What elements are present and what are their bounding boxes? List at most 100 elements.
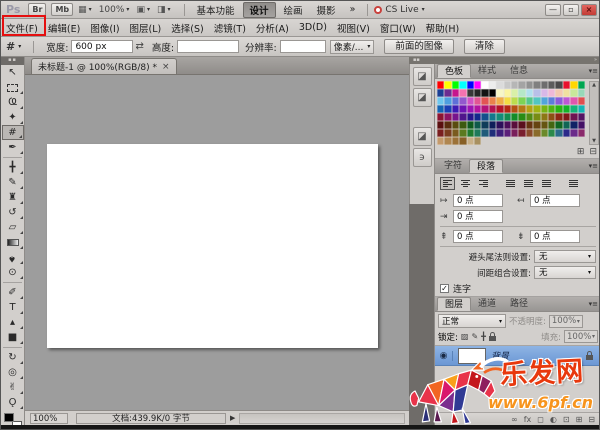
dodge-tool[interactable]: ⊙	[2, 265, 24, 280]
align-right-button[interactable]	[476, 177, 491, 190]
color-swatch[interactable]	[437, 105, 444, 113]
color-swatch[interactable]	[504, 129, 511, 137]
delete-layer-icon[interactable]: ⊟	[588, 415, 595, 424]
color-swatch[interactable]	[481, 105, 488, 113]
color-swatch[interactable]	[541, 89, 548, 97]
color-swatch[interactable]	[452, 105, 459, 113]
color-swatch[interactable]	[578, 81, 585, 89]
layers-panel-menu-icon[interactable]: ▾≡	[589, 300, 598, 308]
color-swatch[interactable]	[533, 129, 540, 137]
color-swatch[interactable]	[489, 121, 496, 129]
color-swatch[interactable]	[489, 113, 496, 121]
color-swatch[interactable]	[474, 97, 481, 105]
eyedropper-tool[interactable]: ✒	[2, 140, 24, 155]
color-swatch[interactable]	[444, 105, 451, 113]
color-swatch[interactable]	[444, 121, 451, 129]
color-swatch[interactable]	[548, 97, 555, 105]
document-tab[interactable]: 未标题-1 @ 100%(RGB/8) * ×	[31, 58, 177, 74]
workspace-button-1[interactable]: 设计	[243, 2, 276, 18]
mini-bridge-button[interactable]: Mb	[51, 3, 73, 16]
height-input[interactable]	[177, 40, 239, 53]
color-swatch[interactable]	[578, 121, 585, 129]
color-swatch[interactable]	[526, 121, 533, 129]
color-swatch[interactable]	[452, 89, 459, 97]
collapsed-panel-icon-3[interactable]: ◪	[413, 127, 432, 146]
color-swatch[interactable]	[563, 129, 570, 137]
link-layers-icon[interactable]: ∞	[511, 415, 518, 424]
color-swatch[interactable]	[518, 97, 525, 105]
color-swatch[interactable]	[541, 129, 548, 137]
quick-selection-tool[interactable]: ✦	[2, 110, 24, 125]
kinsoku-select[interactable]: 无 ▾	[534, 250, 596, 263]
color-swatch[interactable]	[496, 113, 503, 121]
indent-right-input[interactable]: 0 点	[530, 194, 580, 207]
color-swatch[interactable]	[563, 121, 570, 129]
3d-orbit-tool[interactable]: ◎	[2, 365, 24, 380]
history-brush-tool[interactable]: ↺	[2, 205, 24, 220]
color-swatch[interactable]	[548, 113, 555, 121]
color-swatch[interactable]	[444, 113, 451, 121]
color-swatch[interactable]	[481, 97, 488, 105]
new-group-icon[interactable]: ⊡	[563, 415, 570, 424]
color-swatch[interactable]	[563, 97, 570, 105]
color-swatch[interactable]	[496, 105, 503, 113]
eraser-tool[interactable]: ▱	[2, 220, 24, 235]
color-swatch[interactable]	[504, 89, 511, 97]
color-swatch[interactable]	[578, 89, 585, 97]
menu-item-3[interactable]: 图层(L)	[125, 19, 167, 37]
indent-left-input[interactable]: 0 点	[453, 194, 503, 207]
color-swatch[interactable]	[504, 97, 511, 105]
color-swatch[interactable]	[548, 121, 555, 129]
lock-image-pixels-icon[interactable]: ✎	[471, 332, 478, 341]
color-swatch[interactable]	[526, 113, 533, 121]
crop-tool[interactable]: #	[2, 125, 24, 140]
horizontal-scrollbar[interactable]	[239, 413, 405, 424]
color-swatch[interactable]	[474, 105, 481, 113]
align-left-button[interactable]	[440, 177, 455, 190]
color-swatch[interactable]	[481, 89, 488, 97]
color-swatch[interactable]	[570, 89, 577, 97]
zoom-level-dropdown[interactable]: 100% ▾	[99, 5, 130, 15]
first-line-indent-input[interactable]: 0 点	[453, 210, 503, 223]
color-swatch[interactable]	[570, 121, 577, 129]
clear-button[interactable]: 清除	[464, 39, 505, 54]
color-swatch[interactable]	[437, 89, 444, 97]
menu-item-4[interactable]: 选择(S)	[166, 19, 208, 37]
layer-name[interactable]: 背景	[491, 349, 586, 362]
color-swatch[interactable]	[504, 105, 511, 113]
menu-item-1[interactable]: 编辑(E)	[43, 19, 85, 37]
color-swatch[interactable]	[444, 81, 451, 89]
scroll-down-icon[interactable]: ▼	[592, 138, 596, 144]
color-swatch[interactable]	[504, 121, 511, 129]
color-swatch[interactable]	[444, 129, 451, 137]
color-swatch[interactable]	[533, 105, 540, 113]
color-swatch[interactable]	[474, 113, 481, 121]
minimize-button[interactable]: —	[545, 4, 561, 16]
color-swatch[interactable]	[555, 121, 562, 129]
color-swatch[interactable]	[459, 81, 466, 89]
color-swatch[interactable]	[511, 97, 518, 105]
color-swatch[interactable]	[555, 129, 562, 137]
color-swatch[interactable]	[474, 81, 481, 89]
color-swatch[interactable]	[526, 89, 533, 97]
close-tab-icon[interactable]: ×	[162, 62, 170, 72]
color-swatch[interactable]	[444, 89, 451, 97]
brush-tool[interactable]: ✎	[2, 175, 24, 190]
color-swatch[interactable]	[489, 89, 496, 97]
color-swatch[interactable]	[511, 81, 518, 89]
screen-mode-dropdown[interactable]: ◨ ▾	[157, 5, 171, 15]
color-swatch[interactable]	[541, 105, 548, 113]
color-swatch[interactable]	[518, 105, 525, 113]
color-swatch[interactable]	[481, 81, 488, 89]
rectangle-shape-tool[interactable]: ■	[2, 330, 24, 345]
layer-thumbnail[interactable]	[458, 348, 486, 364]
color-swatch[interactable]	[563, 89, 570, 97]
color-swatch[interactable]	[467, 129, 474, 137]
color-swatch[interactable]	[496, 121, 503, 129]
color-swatch[interactable]	[555, 105, 562, 113]
restore-button[interactable]: ▫	[563, 4, 579, 16]
hand-tool[interactable]: ✌	[2, 380, 24, 395]
color-swatch[interactable]	[555, 97, 562, 105]
color-swatch[interactable]	[504, 81, 511, 89]
color-swatch[interactable]	[496, 89, 503, 97]
